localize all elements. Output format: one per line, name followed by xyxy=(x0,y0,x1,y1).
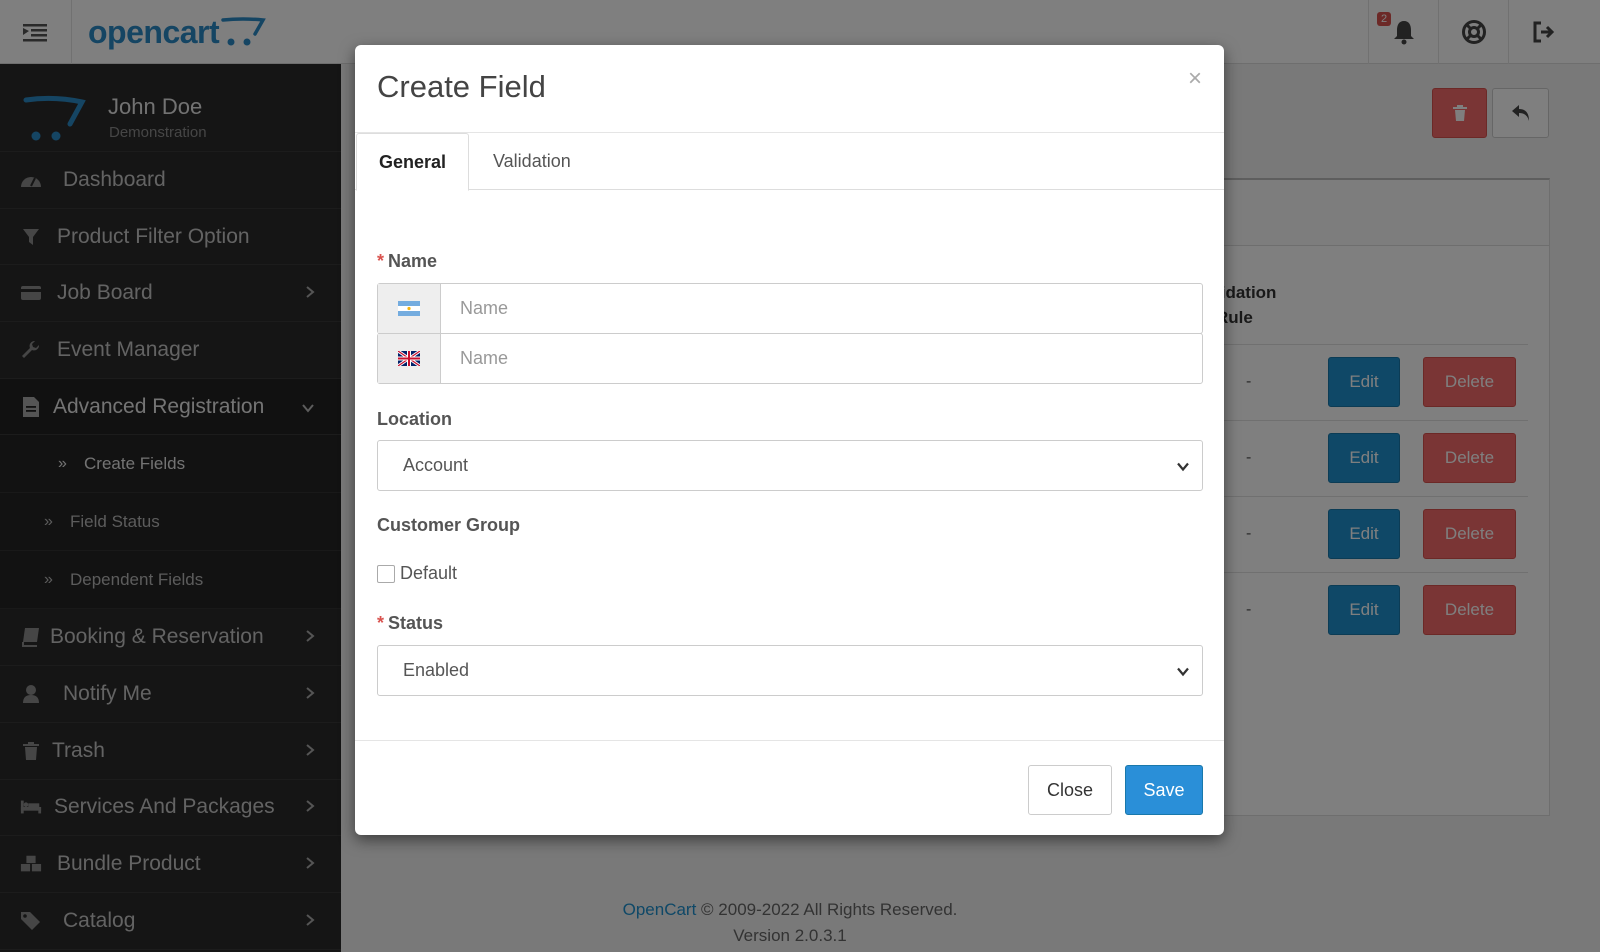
name-input-en[interactable] xyxy=(441,334,1202,383)
modal-header: Create Field × xyxy=(355,45,1224,133)
close-icon[interactable]: × xyxy=(1188,65,1202,93)
chevron-down-icon xyxy=(1176,660,1190,681)
modal-title: Create Field xyxy=(377,69,546,104)
name-label: * Name xyxy=(377,251,438,271)
status-selected-value: Enabled xyxy=(403,660,470,680)
uk-flag-icon xyxy=(378,334,441,383)
close-button[interactable]: Close xyxy=(1028,765,1112,815)
tab-validation[interactable]: Validation xyxy=(471,133,593,190)
status-label: * Status xyxy=(377,613,444,633)
location-selected-value: Account xyxy=(403,455,469,475)
required-asterisk: * xyxy=(377,613,385,633)
modal-tabs: General Validation xyxy=(355,133,1224,191)
name-input-group-en xyxy=(377,333,1203,384)
status-select[interactable]: Enabled xyxy=(377,645,1203,696)
customer-group-default-checkbox[interactable] xyxy=(377,564,395,583)
location-select[interactable]: Account xyxy=(377,440,1203,491)
save-button[interactable]: Save xyxy=(1125,765,1203,815)
modal-footer: Close Save xyxy=(355,740,1224,835)
argentina-flag-icon xyxy=(378,284,441,333)
customer-group-default-row: Default xyxy=(377,563,457,584)
name-input-group-ar xyxy=(377,283,1203,334)
customer-group-default-label: Default xyxy=(400,563,458,583)
required-asterisk: * xyxy=(377,251,385,271)
create-field-modal: Create Field × General Validation * Name … xyxy=(355,45,1224,835)
location-label: Location xyxy=(377,409,452,429)
chevron-down-icon xyxy=(1176,455,1190,476)
customer-group-label: Customer Group xyxy=(377,515,521,535)
name-input-ar[interactable] xyxy=(441,284,1202,333)
tab-general[interactable]: General xyxy=(356,133,470,191)
